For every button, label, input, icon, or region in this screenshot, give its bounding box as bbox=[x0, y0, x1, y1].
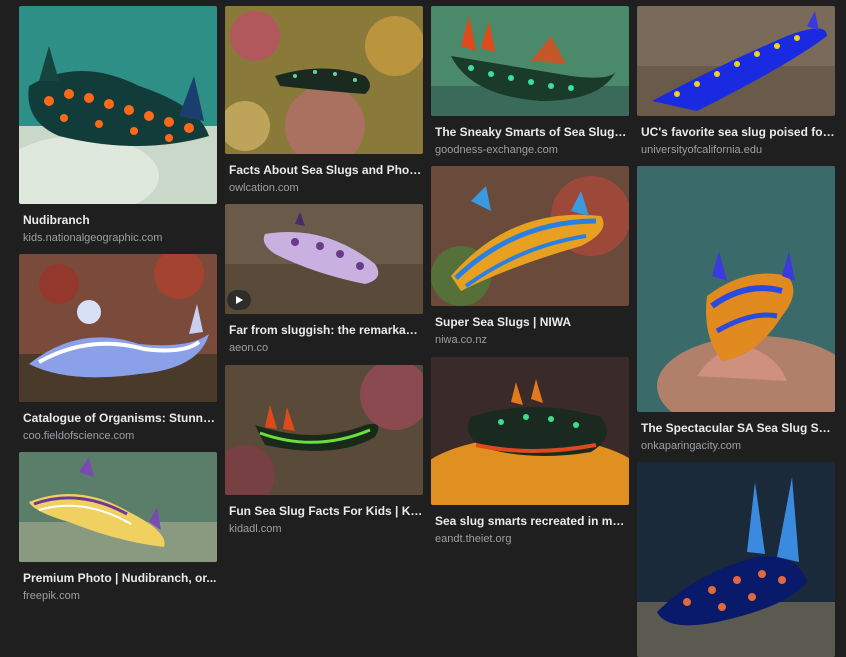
result-card[interactable]: Super Sea Slugs | NIWA niwa.co.nz bbox=[431, 166, 629, 347]
result-title[interactable]: Nudibranch bbox=[19, 213, 217, 228]
result-title[interactable]: Fun Sea Slug Facts For Kids | Kid... bbox=[225, 504, 423, 519]
result-card[interactable]: Nudibranch kids.nationalgeographic.com bbox=[19, 6, 217, 245]
result-thumbnail[interactable] bbox=[19, 254, 217, 402]
nudibranch-image bbox=[19, 452, 217, 562]
nudibranch-image bbox=[637, 6, 835, 116]
result-thumbnail[interactable] bbox=[225, 6, 423, 154]
result-title[interactable]: UC's favorite sea slug poised for ... bbox=[637, 125, 835, 140]
nudibranch-image bbox=[431, 357, 629, 505]
nudibranch-image bbox=[637, 462, 835, 657]
nudibranch-image bbox=[431, 6, 629, 116]
video-play-badge[interactable] bbox=[227, 290, 251, 310]
result-thumbnail[interactable] bbox=[225, 204, 423, 314]
result-thumbnail[interactable] bbox=[225, 365, 423, 495]
result-card[interactable]: Fun Sea Slug Facts For Kids | Kid... kid… bbox=[225, 365, 423, 536]
result-card[interactable]: UC's favorite sea slug poised for ... un… bbox=[637, 6, 835, 157]
result-title[interactable]: Far from sluggish: the remarkabl... bbox=[225, 323, 423, 338]
result-thumbnail[interactable] bbox=[431, 166, 629, 306]
result-title[interactable]: Facts About Sea Slugs and Phot... bbox=[225, 163, 423, 178]
result-source[interactable]: owlcation.com bbox=[225, 181, 423, 195]
result-thumbnail[interactable] bbox=[431, 6, 629, 116]
result-title[interactable]: The Spectacular SA Sea Slug Sh... bbox=[637, 421, 835, 436]
result-thumbnail[interactable] bbox=[637, 6, 835, 116]
result-thumbnail[interactable] bbox=[19, 452, 217, 562]
result-source[interactable]: freepik.com bbox=[19, 589, 217, 603]
result-title[interactable]: Sea slug smarts recreated in ma... bbox=[431, 514, 629, 529]
play-icon bbox=[236, 296, 243, 304]
result-thumbnail[interactable] bbox=[637, 166, 835, 412]
nudibranch-image bbox=[637, 166, 835, 412]
result-source[interactable]: kidadl.com bbox=[225, 522, 423, 536]
result-source[interactable]: universityofcalifornia.edu bbox=[637, 143, 835, 157]
nudibranch-image bbox=[225, 6, 423, 154]
result-card[interactable] bbox=[637, 462, 835, 657]
result-thumbnail[interactable] bbox=[637, 462, 835, 657]
result-source[interactable]: goodness-exchange.com bbox=[431, 143, 629, 157]
result-card[interactable]: Sea slug smarts recreated in ma... eandt… bbox=[431, 357, 629, 546]
result-source[interactable]: aeon.co bbox=[225, 341, 423, 355]
result-source[interactable]: eandt.theiet.org bbox=[431, 532, 629, 546]
result-source[interactable]: niwa.co.nz bbox=[431, 333, 629, 347]
result-card[interactable]: Catalogue of Organisms: Stunnin... coo.f… bbox=[19, 254, 217, 443]
result-title[interactable]: Catalogue of Organisms: Stunnin... bbox=[19, 411, 217, 426]
nudibranch-image bbox=[225, 204, 423, 314]
result-card[interactable]: Premium Photo | Nudibranch, or... freepi… bbox=[19, 452, 217, 603]
nudibranch-image bbox=[225, 365, 423, 495]
result-thumbnail[interactable] bbox=[19, 6, 217, 204]
result-source[interactable]: coo.fieldofscience.com bbox=[19, 429, 217, 443]
result-source[interactable]: onkaparingacity.com bbox=[637, 439, 835, 453]
result-title[interactable]: The Sneaky Smarts of Sea Slugs ... bbox=[431, 125, 629, 140]
result-card[interactable]: Far from sluggish: the remarkabl... aeon… bbox=[225, 204, 423, 355]
result-title[interactable]: Premium Photo | Nudibranch, or... bbox=[19, 571, 217, 586]
result-thumbnail[interactable] bbox=[431, 357, 629, 505]
nudibranch-image bbox=[19, 6, 217, 204]
nudibranch-image bbox=[431, 166, 629, 306]
result-card[interactable]: The Spectacular SA Sea Slug Sh... onkapa… bbox=[637, 166, 835, 453]
result-card[interactable]: Facts About Sea Slugs and Phot... owlcat… bbox=[225, 6, 423, 195]
nudibranch-image bbox=[19, 254, 217, 402]
result-card[interactable]: The Sneaky Smarts of Sea Slugs ... goodn… bbox=[431, 6, 629, 157]
result-source[interactable]: kids.nationalgeographic.com bbox=[19, 231, 217, 245]
image-results-grid: Nudibranch kids.nationalgeographic.com C… bbox=[0, 0, 846, 657]
result-title[interactable]: Super Sea Slugs | NIWA bbox=[431, 315, 629, 330]
